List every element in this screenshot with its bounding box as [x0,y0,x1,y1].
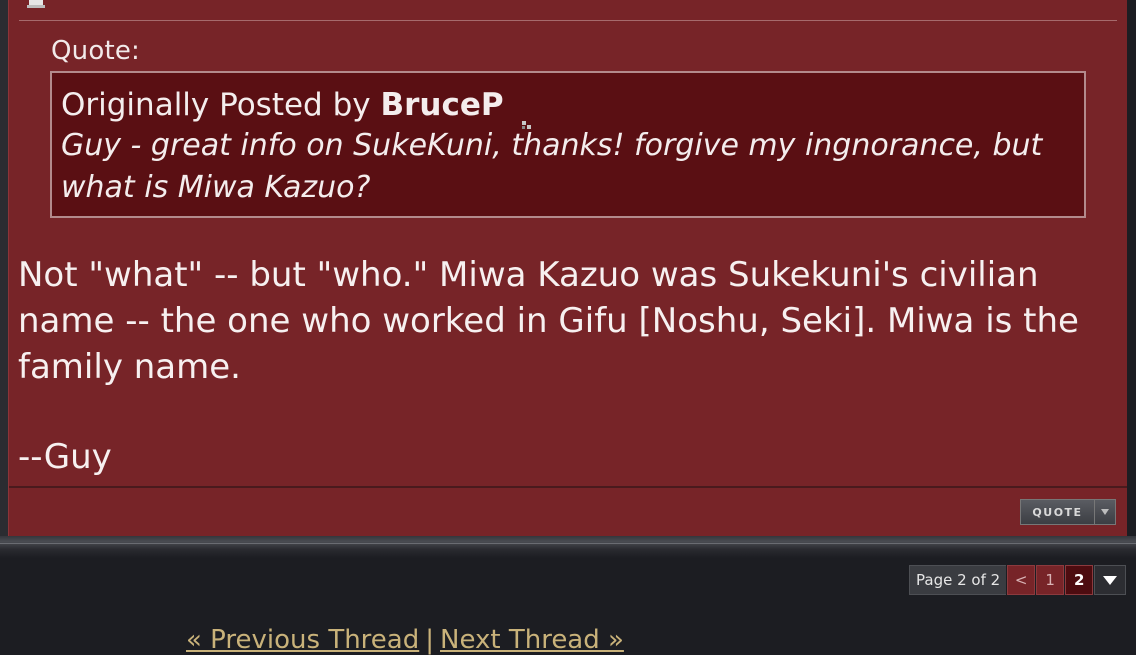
post-signature: --Guy [18,437,112,477]
quoted-post: Originally Posted by BruceP Guy - great … [50,71,1086,218]
previous-thread-link[interactable]: « Previous Thread [186,625,419,655]
page-2-button[interactable]: 2 [1065,565,1094,595]
quote-author[interactable]: BruceP [380,87,503,123]
chevron-down-icon[interactable] [1094,500,1115,524]
thread-navigation: « Previous Thread | Next Thread » [186,625,624,655]
quote-button-label: QUOTE [1032,505,1083,519]
post-container: Quote: Originally Posted by BruceP Guy -… [0,0,1127,536]
page-1-button[interactable]: 1 [1036,565,1065,595]
post-icon [21,0,51,9]
page-prev-button[interactable]: < [1007,565,1036,595]
pagination: Page 2 of 2 < 1 2 [909,565,1127,595]
triangle-down-icon[interactable] [1094,565,1127,595]
thread-nav-separator: | [425,625,434,655]
quote-header: Originally Posted by BruceP [61,85,1074,129]
post-divider [19,20,1117,21]
quote-button[interactable]: QUOTE [1020,499,1116,525]
page-info: Page 2 of 2 [909,565,1007,595]
view-post-icon[interactable] [521,101,533,129]
quote-header-prefix: Originally Posted by [61,87,371,123]
next-thread-link[interactable]: Next Thread » [440,625,624,655]
post-message: Not "what" -- but "who." Miwa Kazuo was … [18,255,1079,387]
thread-separator [0,536,1136,558]
quote-body: Guy - great info on SukeKuni, thanks! fo… [61,128,1043,205]
quote-label: Quote: [51,36,141,66]
post-footer-divider [8,486,1127,488]
